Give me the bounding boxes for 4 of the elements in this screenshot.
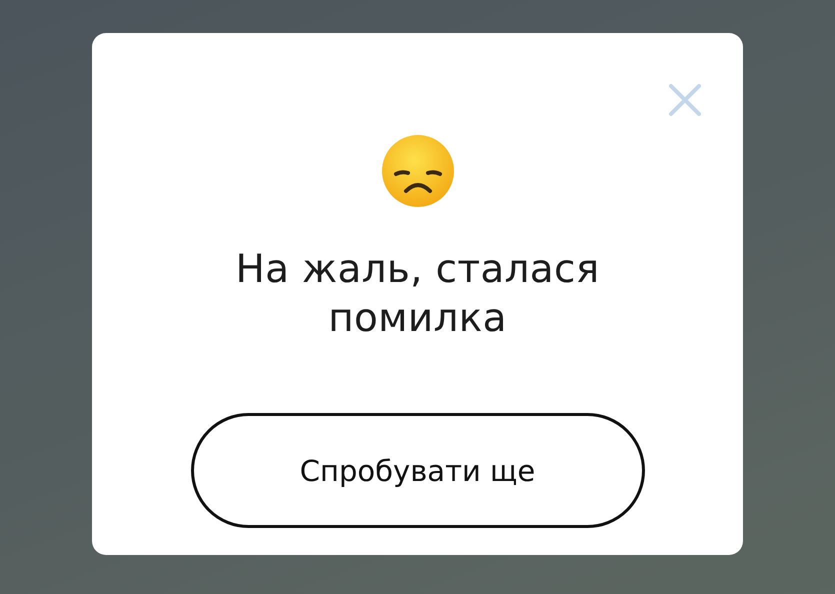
close-icon[interactable]	[668, 83, 702, 117]
retry-button[interactable]: Спробувати ще	[190, 413, 644, 528]
dialog-title: На жаль, сталася помилка	[234, 246, 600, 343]
sad-face-icon	[380, 133, 456, 209]
